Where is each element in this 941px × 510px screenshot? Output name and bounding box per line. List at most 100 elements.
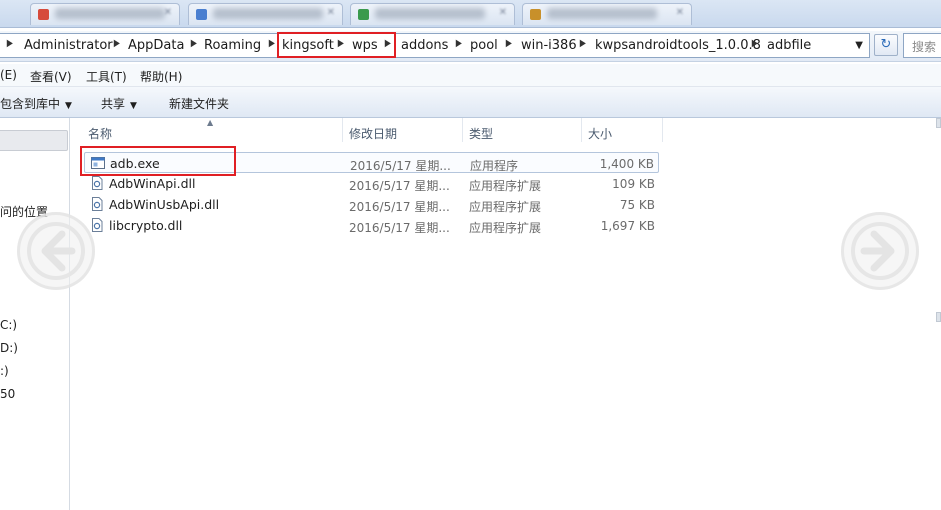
breadcrumb-separator-icon[interactable]: ▶ (114, 38, 120, 49)
column-header-label: 大小 (588, 127, 613, 141)
arrow-left-icon (27, 222, 85, 280)
menu-help[interactable]: 帮助(H) (140, 68, 182, 85)
file-size: 1,697 KB (600, 219, 655, 233)
breadcrumb[interactable]: ▶ Administrator ▶ AppData ▶ Roaming ▶ ki… (0, 33, 870, 58)
browser-tab-strip: ✕ ✕ ✕ ✕ (0, 0, 941, 28)
column-header-label: 名称 (88, 127, 113, 141)
previous-arrow-button[interactable] (17, 212, 95, 290)
file-type: 应用程序扩展 (469, 179, 542, 193)
chevron-down-icon: ▼ (130, 101, 137, 111)
tab-favicon-icon (530, 9, 541, 20)
file-type: 应用程序扩展 (469, 200, 542, 214)
file-name[interactable]: adb.exe (110, 156, 160, 171)
breadcrumb-separator-icon[interactable]: ▶ (456, 38, 462, 49)
scrollbar-arrow[interactable] (936, 118, 941, 128)
file-row[interactable]: libcrypto.dll 2016/5/17 星期... 应用程序扩展 1,6… (84, 215, 659, 236)
search-input[interactable]: 搜索 (903, 33, 941, 58)
file-row[interactable]: adb.exe 2016/5/17 星期... 应用程序 1,400 KB (84, 152, 659, 173)
include-in-library-button[interactable]: 包含到库中 ▼ (0, 95, 72, 112)
breadcrumb-separator-icon[interactable]: ▶ (580, 38, 586, 49)
tab-favicon-icon (196, 9, 207, 20)
include-in-library-label: 包含到库中 (0, 97, 61, 111)
breadcrumb-item-current[interactable]: adbfile (767, 38, 811, 53)
scrollbar-arrow[interactable] (936, 312, 941, 322)
column-header-modified[interactable]: 修改日期 (343, 118, 463, 142)
file-modified: 2016/5/17 星期... (349, 200, 450, 214)
next-arrow-button[interactable] (841, 212, 919, 290)
breadcrumb-separator-icon[interactable]: ▶ (338, 38, 344, 49)
browser-tab-2[interactable]: ✕ (188, 3, 343, 25)
file-size: 109 KB (612, 177, 655, 191)
file-name[interactable]: libcrypto.dll (109, 218, 182, 233)
arrow-right-icon (851, 222, 909, 280)
breadcrumb-item[interactable]: pool (470, 38, 498, 53)
column-header-label: 修改日期 (349, 127, 398, 141)
file-size: 75 KB (619, 198, 655, 212)
close-icon[interactable]: ✕ (327, 7, 335, 18)
dll-icon (92, 197, 103, 211)
file-modified: 2016/5/17 星期... (349, 221, 450, 235)
close-icon[interactable]: ✕ (164, 7, 172, 18)
refresh-icon: ↻ (880, 37, 892, 52)
navigation-pane: 问的位置 C:) D:) :) 50 (0, 118, 70, 510)
file-size: 1,400 KB (599, 157, 654, 171)
breadcrumb-item[interactable]: kingsoft (282, 38, 334, 53)
tab-label (55, 8, 165, 19)
nav-item-drive-c[interactable]: C:) (0, 318, 17, 332)
browser-tab-3[interactable]: ✕ (350, 3, 515, 25)
file-row[interactable]: AdbWinApi.dll 2016/5/17 星期... 应用程序扩展 109… (84, 173, 659, 194)
tab-favicon-icon (358, 9, 369, 20)
breadcrumb-separator-icon[interactable]: ▶ (752, 38, 758, 49)
menu-edit[interactable]: (E) (0, 68, 17, 82)
share-button[interactable]: 共享 ▼ (101, 95, 137, 112)
nav-item-drive-d[interactable]: D:) (0, 341, 18, 355)
file-name[interactable]: AdbWinApi.dll (109, 176, 196, 191)
breadcrumb-separator-icon[interactable]: ▶ (7, 38, 13, 49)
tab-favicon-icon (38, 9, 49, 20)
breadcrumb-item[interactable]: addons (401, 38, 448, 53)
column-header-size[interactable]: 大小 (582, 118, 663, 142)
breadcrumb-separator-icon[interactable]: ▶ (385, 38, 391, 49)
file-row[interactable]: AdbWinUsbApi.dll 2016/5/17 星期... 应用程序扩展 … (84, 194, 659, 215)
new-folder-button[interactable]: 新建文件夹 (169, 95, 229, 112)
address-bar: ▶ Administrator ▶ AppData ▶ Roaming ▶ ki… (0, 31, 941, 62)
menu-bar: (E) 查看(V) 工具(T) 帮助(H) (0, 64, 941, 87)
file-name[interactable]: AdbWinUsbApi.dll (109, 197, 219, 212)
browser-tab-4[interactable]: ✕ (522, 3, 692, 25)
column-header-label: 类型 (469, 127, 494, 141)
menu-tools[interactable]: 工具(T) (86, 68, 127, 85)
chevron-down-icon[interactable]: ▼ (855, 40, 863, 51)
command-toolbar: 包含到库中 ▼ 共享 ▼ 新建文件夹 (0, 87, 941, 118)
file-modified: 2016/5/17 星期... (349, 179, 450, 193)
breadcrumb-separator-icon[interactable]: ▶ (269, 38, 275, 49)
sort-ascending-icon: ▲ (207, 118, 214, 127)
chevron-down-icon: ▼ (65, 101, 72, 111)
breadcrumb-item[interactable]: Roaming (204, 38, 261, 53)
file-modified: 2016/5/17 星期... (350, 159, 451, 173)
file-type: 应用程序扩展 (469, 221, 542, 235)
tab-label (375, 8, 485, 19)
breadcrumb-item[interactable]: kwpsandroidtools_1.0.0.8 (595, 38, 761, 53)
breadcrumb-item[interactable]: Administrator (24, 38, 113, 53)
close-icon[interactable]: ✕ (499, 7, 507, 18)
share-label: 共享 (101, 97, 126, 111)
search-placeholder: 搜索 (912, 40, 937, 54)
tab-label (213, 8, 323, 19)
close-icon[interactable]: ✕ (676, 7, 684, 18)
nav-item-drive-e[interactable]: :) (0, 364, 9, 378)
nav-selected-item[interactable] (0, 130, 68, 151)
tab-label (547, 8, 657, 19)
menu-view[interactable]: 查看(V) (30, 68, 72, 85)
column-header-type[interactable]: 类型 (463, 118, 582, 142)
breadcrumb-separator-icon[interactable]: ▶ (191, 38, 197, 49)
breadcrumb-item[interactable]: AppData (128, 38, 184, 53)
file-type: 应用程序 (470, 159, 519, 173)
breadcrumb-item[interactable]: wps (352, 38, 378, 53)
nav-item-drive-f[interactable]: 50 (0, 387, 15, 401)
browser-tab-1[interactable]: ✕ (30, 3, 180, 25)
refresh-button[interactable]: ↻ (874, 34, 898, 56)
breadcrumb-item[interactable]: win-i386 (521, 38, 577, 53)
exe-icon (91, 157, 105, 169)
breadcrumb-separator-icon[interactable]: ▶ (506, 38, 512, 49)
dll-icon (92, 176, 103, 190)
